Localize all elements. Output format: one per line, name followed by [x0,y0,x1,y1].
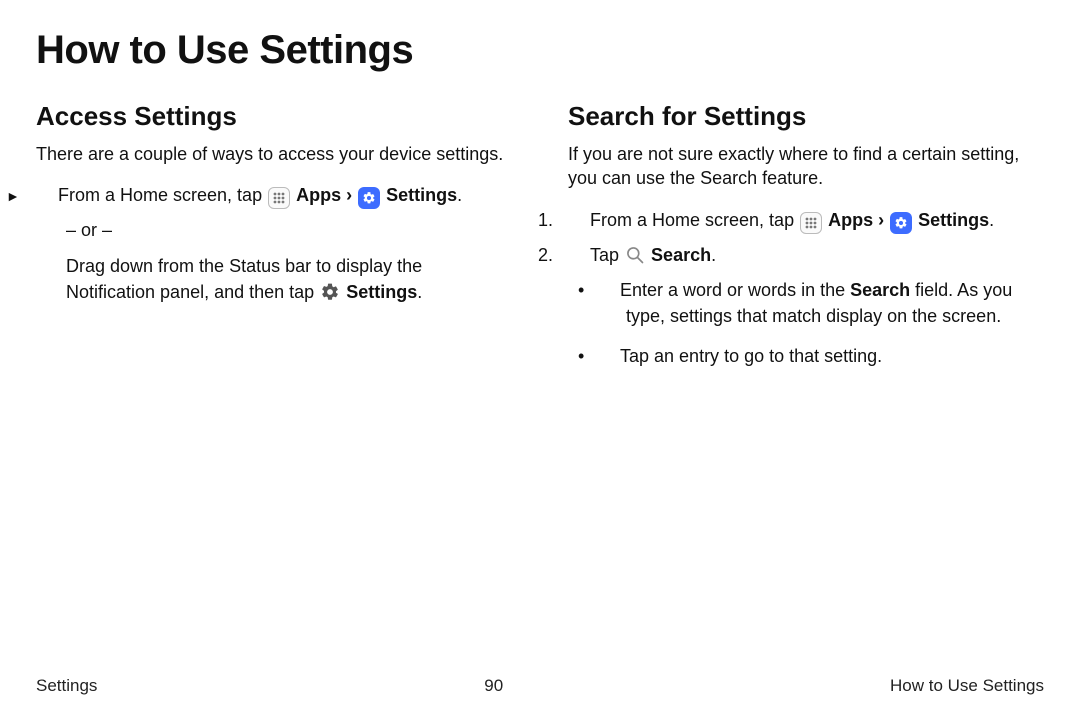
heading-access-settings: Access Settings [36,101,512,132]
separator: › [873,210,889,230]
settings-gear-icon [358,187,380,209]
b1-bold: Search [850,280,910,300]
step-number-1: 1. [568,207,590,234]
alt-instruction: Drag down from the Status bar to display… [66,253,512,305]
heading-search-settings: Search for Settings [568,101,1044,132]
column-search-settings: Search for Settings If you are not sure … [568,101,1044,383]
period: . [989,210,994,230]
step-1: 1.From a Home screen, tap Apps › Setting… [598,207,1044,234]
b1-before: Enter a word or words in the [620,280,850,300]
settings-gear-icon [890,212,912,234]
bullet-enter-word: •Enter a word or words in the Search fie… [626,277,1044,329]
step-2: 2.Tap Search. [598,242,1044,269]
period: . [457,185,462,205]
alt-settings-label: Settings [346,282,417,302]
separator: › [341,185,357,205]
search-label: Search [651,245,711,265]
search-icon [624,244,646,266]
content-columns: Access Settings There are a couple of wa… [36,101,1044,383]
step-number-2: 2. [568,242,590,269]
step-text-before: From a Home screen, tap [58,185,267,205]
apps-grid-icon [800,212,822,234]
apps-grid-icon [268,187,290,209]
bullet-icon: • [602,343,620,369]
bullet-tap-entry: •Tap an entry to go to that setting. [626,343,1044,369]
apps-label: Apps [828,210,873,230]
page-title: How to Use Settings [36,28,1044,73]
step-from-home: ►From a Home screen, tap Apps › Settings… [66,182,512,209]
page-footer: Settings 90 How to Use Settings [36,676,1044,696]
footer-left: Settings [36,676,97,696]
document-page: How to Use Settings Access Settings Ther… [0,0,1080,720]
bullet-icon: • [602,277,620,303]
or-separator: – or – [66,217,512,243]
alt-period: . [417,282,422,302]
intro-search-settings: If you are not sure exactly where to fin… [568,142,1044,191]
footer-page-number: 90 [484,676,503,696]
step1-text-before: From a Home screen, tap [590,210,799,230]
step2-after: . [711,245,716,265]
settings-label: Settings [386,185,457,205]
settings-gear-outline-icon [319,281,341,303]
apps-label: Apps [296,185,341,205]
triangle-marker-icon: ► [36,186,58,207]
settings-label: Settings [918,210,989,230]
b2-text: Tap an entry to go to that setting. [620,346,882,366]
footer-right: How to Use Settings [890,676,1044,696]
column-access-settings: Access Settings There are a couple of wa… [36,101,512,383]
intro-access-settings: There are a couple of ways to access you… [36,142,512,166]
step2-text-before: Tap [590,245,624,265]
